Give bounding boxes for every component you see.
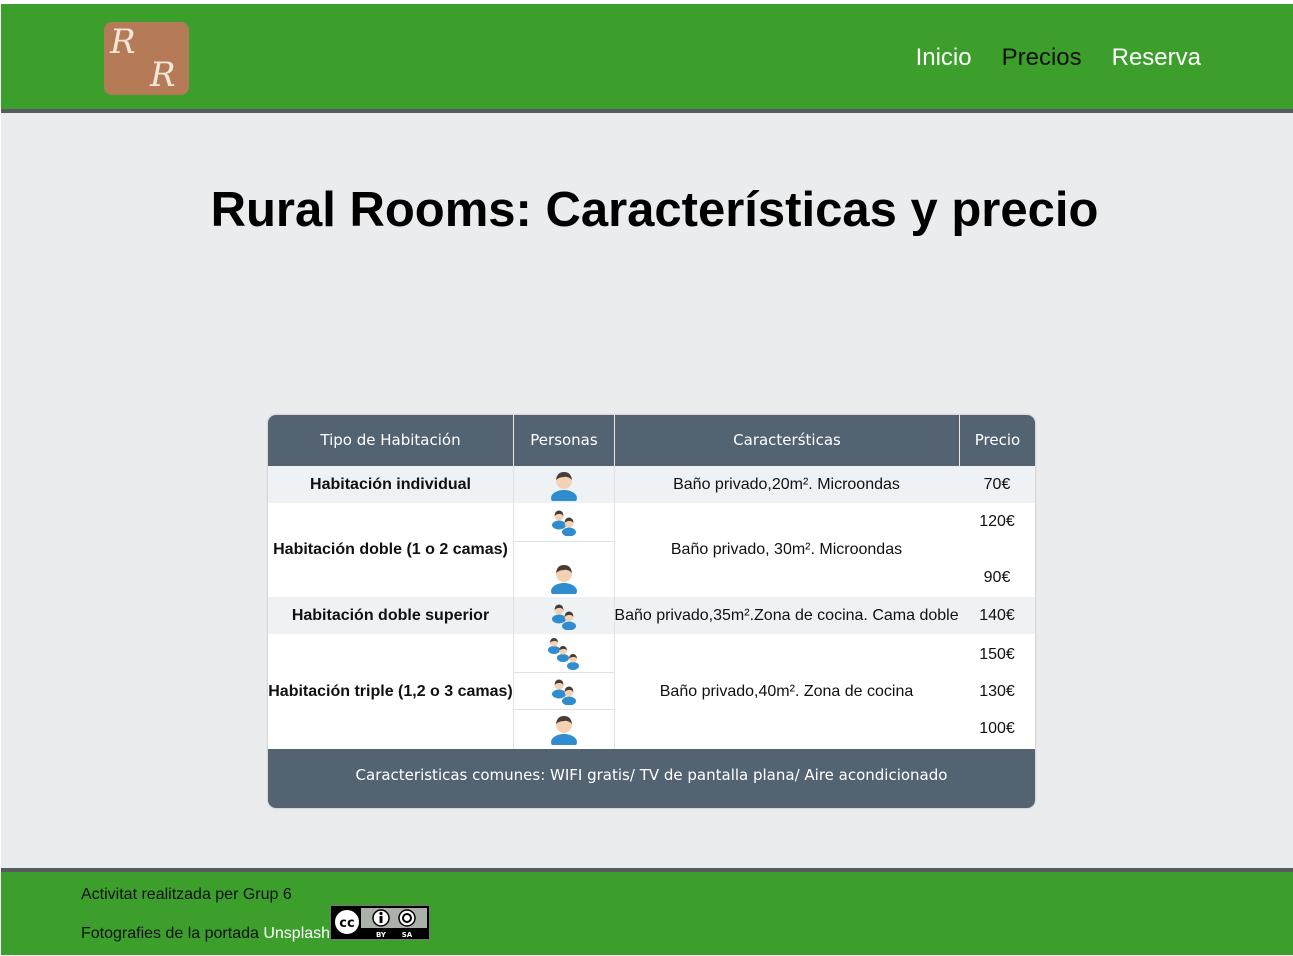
logo-letter: R bbox=[150, 55, 176, 95]
person-double-icon bbox=[513, 597, 614, 634]
page-frame: R R Inicio Precios Reserva Rural Rooms: … bbox=[1, 4, 1293, 955]
person-double-icon bbox=[513, 672, 614, 709]
header-persons: Personas bbox=[513, 415, 614, 466]
price-cell: 70€ bbox=[983, 475, 1011, 493]
features-cell: Baño privado, 30m². Microondas bbox=[670, 541, 903, 558]
site-header: R R Inicio Precios Reserva bbox=[1, 4, 1293, 113]
site-footer: Activitat realitzada per Grup 6 Fotograf… bbox=[1, 868, 1293, 955]
svg-text:cc: cc bbox=[339, 916, 354, 931]
main-nav: Inicio Precios Reserva bbox=[916, 42, 1201, 74]
creative-commons-by-sa-icon[interactable]: cc BY SA bbox=[330, 905, 430, 940]
table-footer-common-features: Caracteristicas comunes: WIFI gratis/ TV… bbox=[268, 749, 1035, 808]
price-cell: 130€ bbox=[979, 682, 1015, 700]
person-triple-icon bbox=[513, 634, 614, 672]
person-single-icon bbox=[513, 559, 614, 597]
price-cell: 140€ bbox=[979, 606, 1015, 624]
room-type-cell: Habitación doble (1 o 2 camas) bbox=[273, 541, 508, 558]
room-type-cell: Habitación individual bbox=[310, 475, 471, 493]
person-double-icon bbox=[513, 503, 614, 541]
nav-link-reserva[interactable]: Reserva bbox=[1112, 42, 1201, 74]
header-price: Precio bbox=[959, 415, 1035, 466]
site-logo[interactable]: R R bbox=[104, 22, 189, 95]
features-cell: Baño privado,40m². Zona de cocina bbox=[659, 682, 914, 700]
nav-link-inicio[interactable]: Inicio bbox=[916, 42, 972, 74]
room-type-cell: Habitación doble superior bbox=[291, 606, 490, 624]
price-table: Tipo de Habitación Personas Caracterśtic… bbox=[268, 415, 1035, 808]
features-cell: Baño privado,20m². Microondas bbox=[673, 475, 900, 493]
row-divider bbox=[513, 541, 614, 542]
cc-label-sa: SA bbox=[402, 931, 413, 939]
page-title: Rural Rooms: Características y precio bbox=[210, 183, 1099, 237]
person-single-icon bbox=[513, 466, 614, 503]
photos-label: Fotografies de la portada bbox=[81, 925, 259, 942]
nav-link-precios[interactable]: Precios bbox=[1002, 42, 1082, 74]
photos-credit: Fotografies de la portada Unsplash bbox=[81, 925, 330, 943]
credit-text: Activitat realitzada per Grup 6 bbox=[81, 886, 292, 903]
table-header: Tipo de Habitación Personas Caracterśtic… bbox=[268, 415, 1035, 466]
person-single-icon bbox=[513, 709, 614, 749]
price-cell: 120€ bbox=[979, 512, 1015, 530]
room-type-cell: Habitación triple (1,2 o 3 camas) bbox=[268, 682, 513, 700]
header-room-type: Tipo de Habitación bbox=[320, 431, 461, 449]
price-cell: 100€ bbox=[979, 719, 1015, 737]
features-cell: Baño privado,35m².Zona de cocina. Cama d… bbox=[614, 606, 959, 624]
cc-label-by: BY bbox=[376, 931, 387, 939]
unsplash-link[interactable]: Unsplash bbox=[263, 925, 330, 942]
price-cell: 90€ bbox=[983, 568, 1011, 586]
price-cell: 150€ bbox=[979, 645, 1015, 663]
logo-letter: R bbox=[110, 22, 136, 62]
header-features: Caracterśticas bbox=[614, 415, 959, 466]
